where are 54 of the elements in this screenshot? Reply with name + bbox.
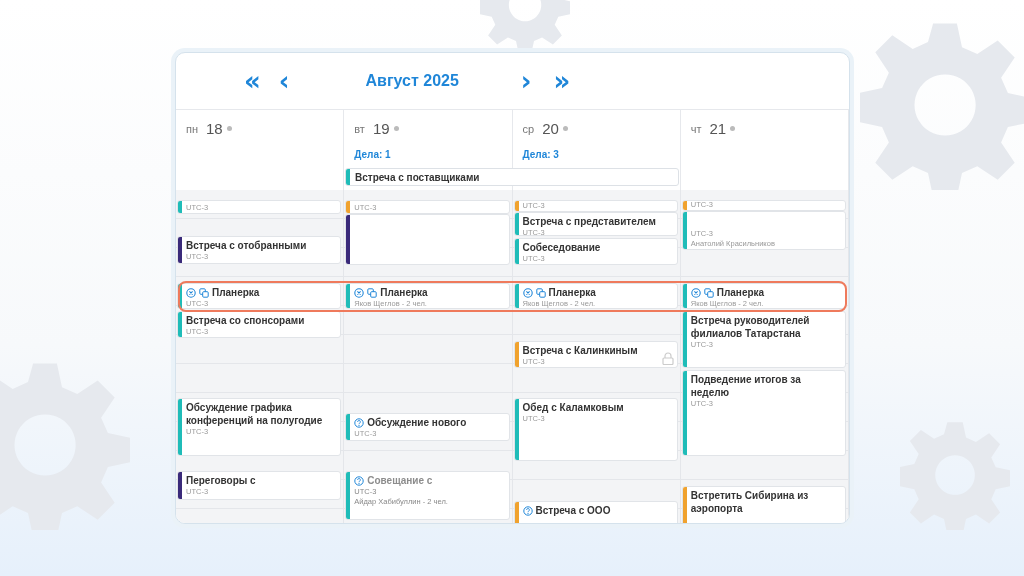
question-icon	[354, 417, 365, 428]
event-card[interactable]	[345, 214, 510, 265]
cancel-icon[interactable]	[690, 287, 701, 298]
event-title: Планерка	[716, 286, 765, 299]
gear-icon	[860, 20, 1024, 190]
event-title: Встретить Сибирина из аэропорта	[690, 489, 810, 515]
weekday-label: вт	[354, 122, 365, 135]
event-title: Обсуждение графика конференций на полугодие	[186, 401, 324, 427]
event-title: Встреча с отобранными	[186, 239, 307, 252]
date-number: 19	[372, 120, 390, 137]
event-title: Переговоры с	[186, 474, 256, 487]
tasks-link[interactable]: Дела: 3	[522, 149, 670, 160]
event-title: Встреча с поставщиками	[355, 172, 480, 183]
copy-icon[interactable]	[199, 287, 209, 298]
event-title: Планерка	[380, 286, 428, 299]
event-title: Обед с Каламковым	[522, 401, 624, 414]
dot-icon	[393, 126, 399, 131]
event-title: Обсуждение нового	[367, 416, 467, 429]
event-title: Встреча с представителем	[522, 215, 656, 228]
weekday-label: чт	[690, 122, 702, 135]
date-number: 18	[206, 120, 223, 137]
month-title[interactable]: Август 2025	[365, 72, 459, 90]
event-title: Совещание с	[367, 474, 433, 487]
date-number: 20	[542, 120, 559, 137]
dot-icon	[730, 126, 736, 131]
next-year-button[interactable]: »	[547, 68, 577, 94]
tasks-link[interactable]: Дела: 1	[354, 149, 502, 160]
event-title: Встреча с Калинкиным	[522, 344, 638, 357]
event-title: Планерка	[212, 286, 260, 299]
date-number: 21	[709, 120, 727, 137]
question-icon	[354, 475, 365, 486]
event-title: Встреча с ООО	[535, 504, 611, 517]
next-month-button[interactable]: ›	[514, 68, 538, 94]
copy-icon[interactable]	[367, 287, 378, 298]
dot-icon	[226, 126, 232, 131]
event-title: Собеседование	[522, 241, 601, 254]
event-title: Встреча со спонсорами	[186, 314, 305, 327]
previous-year-button[interactable]: «	[238, 68, 267, 94]
event-card[interactable]: Встреча с поставщиками	[345, 168, 679, 186]
dot-icon	[562, 126, 568, 131]
cancel-icon[interactable]	[186, 287, 196, 298]
weekday-label: пн	[186, 122, 199, 135]
event-title: Подведение итогов за неделю	[690, 373, 802, 399]
event-title: Встреча руководителей филиалов Татарстана	[690, 314, 811, 340]
event-card[interactable]: Встретить Сибирина из аэропорта	[681, 486, 846, 523]
copy-icon[interactable]	[703, 287, 714, 298]
previous-month-button[interactable]: ‹	[272, 68, 296, 94]
cancel-icon[interactable]	[354, 287, 365, 298]
question-icon	[522, 505, 533, 516]
weekday-label: ср	[522, 122, 535, 135]
event-title: Планерка	[548, 286, 596, 299]
event-card[interactable]: Встреча с ООО	[513, 501, 678, 523]
copy-icon[interactable]	[535, 287, 546, 298]
cancel-icon[interactable]	[522, 287, 533, 298]
